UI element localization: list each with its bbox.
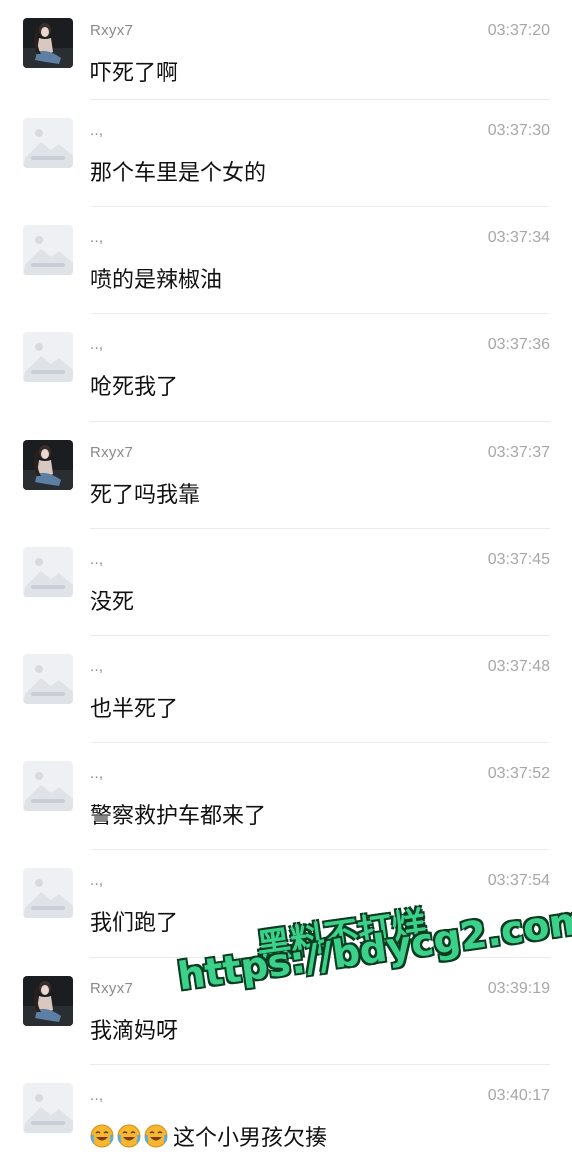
- chat-message[interactable]: .., 03:37:30 那个车里是个女的: [0, 100, 572, 208]
- message-text-container: 没死: [90, 584, 134, 616]
- message-text-container: 死了吗我靠: [90, 477, 200, 509]
- chat-message-list: Rxyx7 03:37:20 吓死了啊.., 03:37:30 那个车里是个女的.., 0…: [0, 0, 572, 1172]
- message-text: 呛死我了: [90, 375, 179, 401]
- message-text-container: 吓死了啊: [90, 55, 178, 87]
- chat-message[interactable]: .., 03:37:48 也半死了: [0, 636, 572, 744]
- message-time: 03:37:34: [487, 229, 550, 247]
- message-time: 03:37:37: [487, 443, 550, 461]
- laugh-cry-emoji-icon: [90, 1124, 117, 1148]
- sender-name: Rxyx7: [90, 22, 134, 39]
- placeholder-avatar-icon[interactable]: [23, 225, 73, 276]
- message-text: 喷的是辣椒油: [90, 268, 223, 294]
- user-avatar[interactable]: [23, 975, 73, 1026]
- message-time: 03:37:52: [487, 765, 550, 783]
- sender-name: Rxyx7: [90, 979, 134, 997]
- message-time: 03:37:48: [487, 657, 550, 675]
- message-text: 警察救护车都来了: [90, 804, 267, 830]
- chat-message[interactable]: .., 03:40:17 这个小男孩欠揍: [0, 1065, 572, 1172]
- chat-message[interactable]: .., 03:37:34 喷的是辣椒油: [0, 207, 572, 315]
- sender-name: ..,: [90, 657, 104, 675]
- sender-name: ..,: [90, 122, 104, 139]
- chat-message[interactable]: .., 03:37:36 呛死我了: [0, 314, 572, 422]
- user-avatar[interactable]: [23, 439, 73, 490]
- message-text: 我滴妈呀: [90, 1018, 179, 1044]
- message-text: 我们跑了: [90, 911, 179, 937]
- sender-name: ..,: [90, 1086, 104, 1104]
- placeholder-avatar-icon[interactable]: [23, 1082, 73, 1133]
- laugh-cry-emoji-icon: [144, 1124, 171, 1148]
- chat-message[interactable]: Rxyx7 03:37:20 吓死了啊: [0, 0, 572, 100]
- chat-message[interactable]: .., 03:37:45 没死: [0, 529, 572, 636]
- chat-message[interactable]: .., 03:37:54 我们跑了: [0, 850, 572, 958]
- message-text: 这个小男孩欠揍: [173, 1125, 328, 1151]
- chat-message[interactable]: Rxyx7 03:39:19 我滴妈呀: [0, 958, 572, 1065]
- message-time: 03:37:45: [487, 550, 550, 568]
- message-text-container: 喷的是辣椒油: [90, 262, 222, 294]
- message-text: 也半死了: [90, 696, 179, 722]
- message-text: 吓死了啊: [90, 61, 179, 86]
- chat-message[interactable]: Rxyx7 03:37:37 死了吗我靠: [0, 422, 572, 529]
- message-text: 死了吗我靠: [90, 482, 201, 508]
- placeholder-avatar-icon[interactable]: [23, 653, 73, 704]
- message-text: 没死: [90, 589, 135, 615]
- message-time: 03:37:54: [487, 872, 550, 890]
- message-time: 03:39:19: [487, 979, 550, 997]
- message-time: 03:37:30: [487, 122, 550, 139]
- message-time: 03:40:17: [487, 1086, 550, 1104]
- message-text-container: 我滴妈呀: [90, 1013, 178, 1045]
- message-text: 那个车里是个女的: [90, 161, 267, 186]
- emoji-group: [90, 1124, 171, 1148]
- sender-name: ..,: [90, 872, 104, 890]
- sender-name: ..,: [90, 229, 104, 247]
- sender-name: ..,: [90, 550, 104, 568]
- placeholder-avatar-icon[interactable]: [23, 118, 73, 168]
- message-text-container: 我们跑了: [90, 905, 178, 937]
- placeholder-avatar-icon[interactable]: [23, 332, 73, 383]
- sender-name: Rxyx7: [90, 443, 134, 461]
- laugh-cry-emoji-icon: [117, 1124, 144, 1148]
- message-time: 03:37:20: [487, 22, 550, 39]
- placeholder-avatar-icon[interactable]: [23, 868, 73, 919]
- user-avatar[interactable]: [23, 18, 73, 68]
- placeholder-avatar-icon[interactable]: [23, 761, 73, 812]
- chat-message[interactable]: .., 03:37:52 警察救护车都来了: [0, 743, 572, 851]
- message-text-container: 也半死了: [90, 691, 178, 723]
- message-text-container: 警察救护车都来了: [90, 798, 266, 830]
- sender-name: ..,: [90, 336, 104, 354]
- message-text-container: 那个车里是个女的: [90, 155, 266, 187]
- message-text-container: 这个小男孩欠揍: [90, 1120, 327, 1152]
- message-text-container: 呛死我了: [90, 369, 178, 401]
- sender-name: ..,: [90, 765, 104, 783]
- message-time: 03:37:36: [487, 336, 550, 354]
- placeholder-avatar-icon[interactable]: [23, 546, 73, 597]
